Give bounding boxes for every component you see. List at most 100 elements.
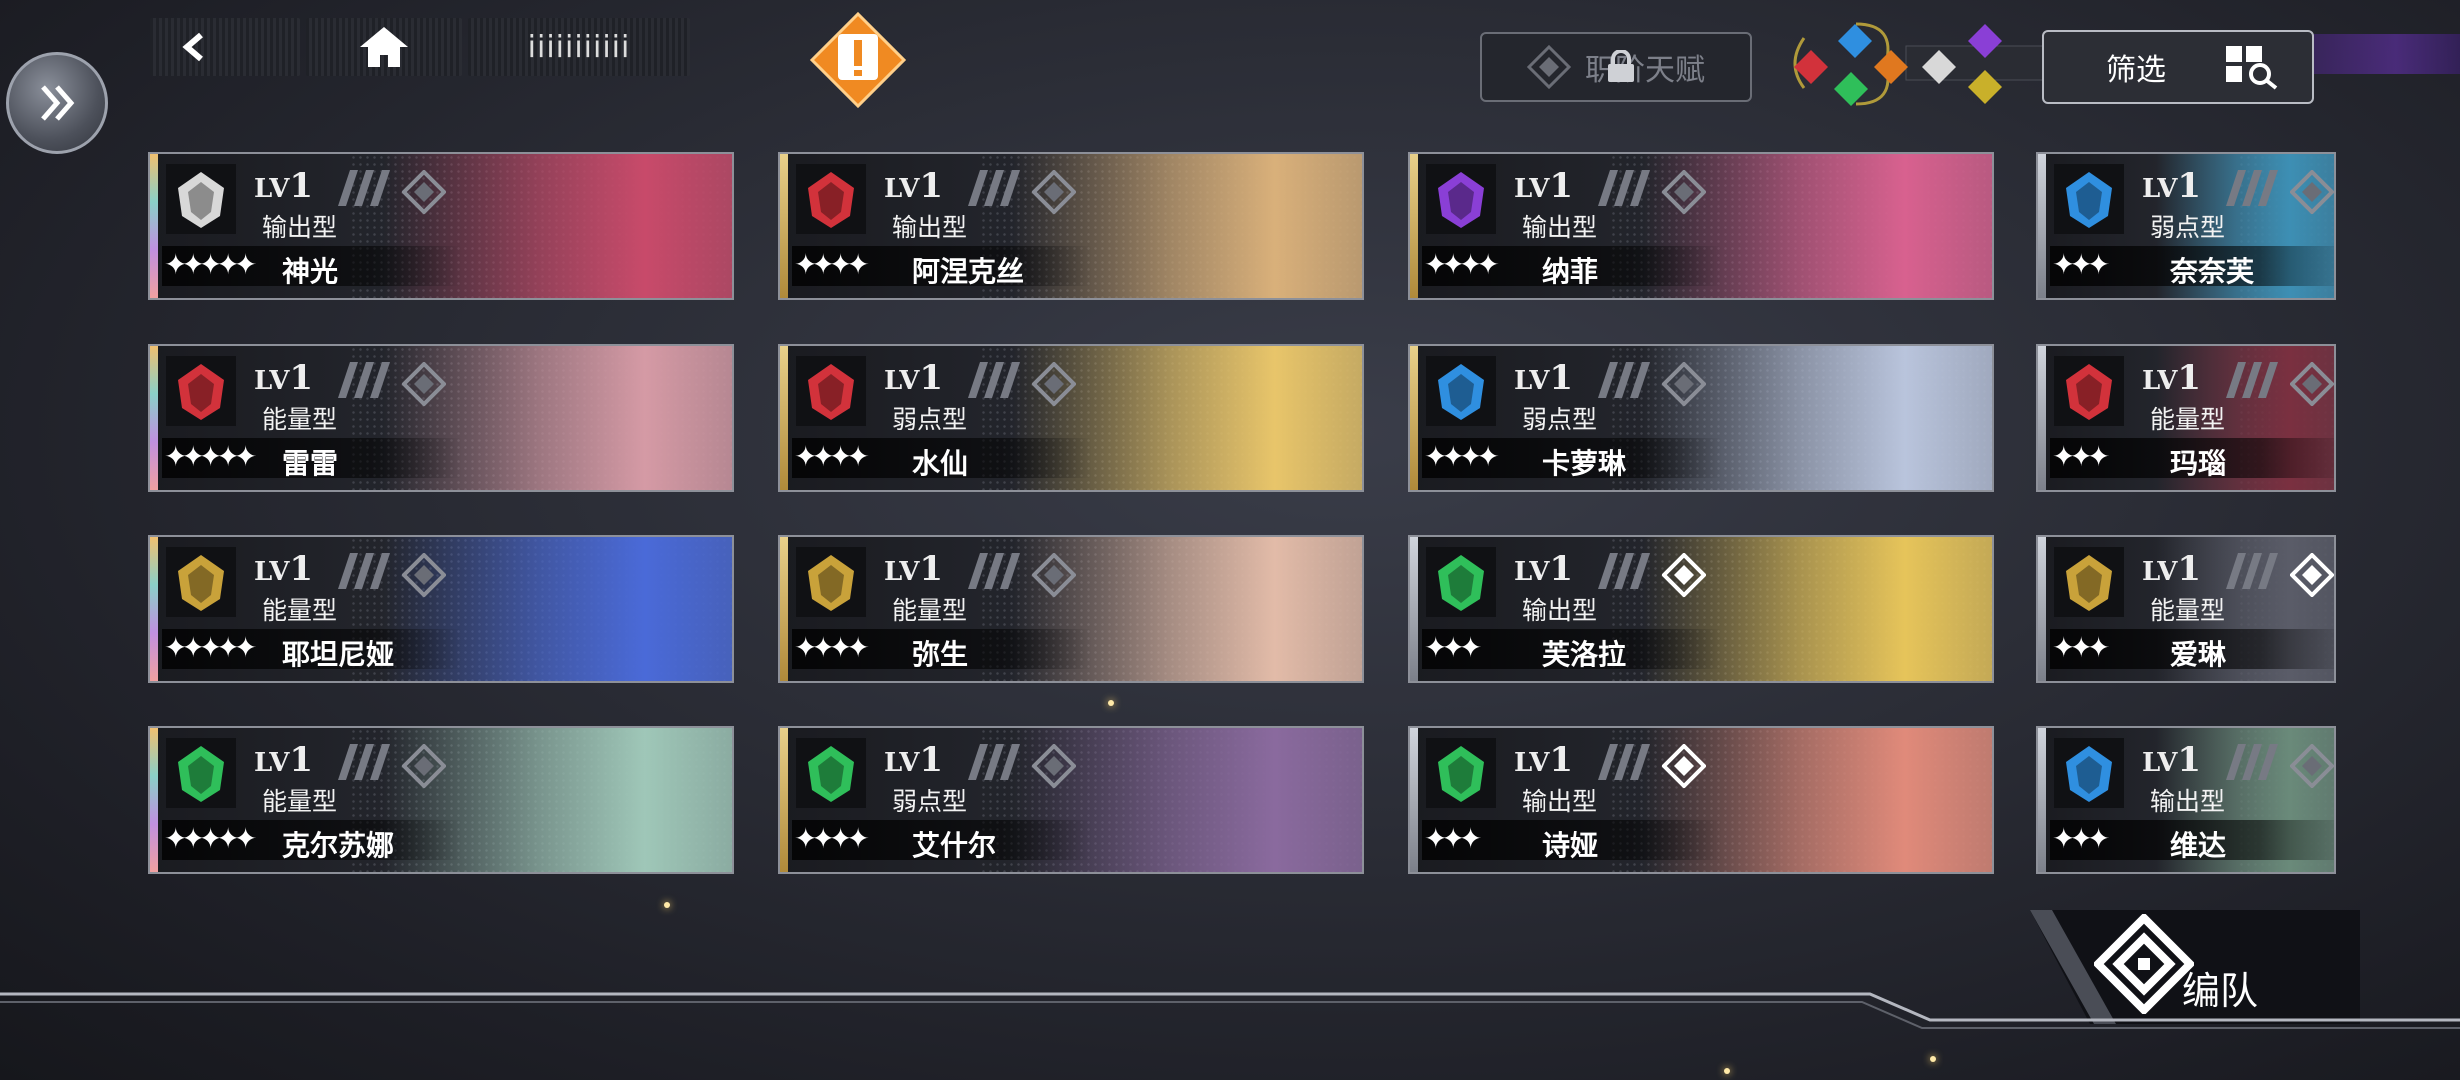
character-name: 神光 xyxy=(282,255,339,288)
star-rating: ✦✦✦✦✦ xyxy=(164,822,257,855)
level-label: LV1 xyxy=(1514,358,1574,398)
rarity-edge xyxy=(780,537,788,681)
element-gold-icon[interactable] xyxy=(1966,68,2004,110)
star-rating: ✦✦✦✦✦ xyxy=(164,440,257,473)
character-type: 能量型 xyxy=(262,596,338,625)
element-blue-icon[interactable] xyxy=(1836,22,1874,64)
level-label: LV1 xyxy=(884,549,944,589)
element-white-icon[interactable] xyxy=(1920,48,1958,90)
character-card[interactable]: LV1 弱点型 ✦✦✦✦ 卡萝琳 xyxy=(1408,344,1994,492)
level-label: LV1 xyxy=(884,358,944,398)
star-rating: ✦✦✦✦ xyxy=(794,248,870,281)
star-rating: ✦✦✦✦ xyxy=(794,631,870,664)
level-label: LV1 xyxy=(2142,740,2202,780)
level-label: LV1 xyxy=(2142,358,2202,398)
character-name: 玛瑙 xyxy=(2170,447,2227,480)
warning-icon[interactable] xyxy=(808,10,908,110)
character-name: 弥生 xyxy=(912,638,969,671)
diamond-rank-icon xyxy=(1662,170,1706,214)
character-card[interactable]: LV1 输出型 ✦✦✦ 诗娅 xyxy=(1408,726,1994,874)
character-card[interactable]: LV1 能量型 ✦✦✦✦✦ 耶坦尼娅 xyxy=(148,535,734,683)
element-red-icon[interactable] xyxy=(1792,48,1830,90)
home-button[interactable] xyxy=(306,18,462,76)
rarity-edge xyxy=(1410,346,1418,490)
star-rating: ✦✦✦ xyxy=(1424,822,1482,855)
character-type: 能量型 xyxy=(892,596,968,625)
character-name: 雷雷 xyxy=(282,447,339,480)
rarity-edge xyxy=(2038,346,2046,490)
diamond-rank-icon xyxy=(2290,744,2334,788)
diamond-rank-icon xyxy=(1662,553,1706,597)
home-icon xyxy=(360,27,408,67)
diamond-rank-icon xyxy=(1032,362,1076,406)
star-rating: ✦✦✦✦✦ xyxy=(164,248,257,281)
rarity-edge xyxy=(150,346,158,490)
star-rating: ✦✦✦ xyxy=(2052,248,2110,281)
character-type: 输出型 xyxy=(1522,596,1598,625)
sparkle-decor xyxy=(1724,1068,1730,1074)
rarity-edge xyxy=(2038,728,2046,872)
class-talent-button[interactable]: 职阶天赋 xyxy=(1480,32,1752,102)
star-rating: ✦✦✦ xyxy=(2052,631,2110,664)
sparkle-decor xyxy=(1108,700,1114,706)
character-card[interactable]: LV1 能量型 ✦✦✦ 爱琳 xyxy=(2036,535,2336,683)
filter-label: 筛选 xyxy=(2106,53,2166,88)
arrow-left-icon xyxy=(182,32,203,62)
rarity-edge xyxy=(1410,728,1418,872)
element-green-icon[interactable] xyxy=(1832,70,1870,112)
character-name: 芙洛拉 xyxy=(1542,638,1627,671)
slash-decor-icon xyxy=(338,553,390,589)
currency-counter[interactable]: iiiiiiiiiii xyxy=(468,18,690,76)
character-card[interactable]: LV1 输出型 ✦✦✦ 芙洛拉 xyxy=(1408,535,1994,683)
rarity-edge xyxy=(780,154,788,298)
diamond-rank-icon xyxy=(1032,744,1076,788)
level-label: LV1 xyxy=(2142,166,2202,206)
back-button[interactable] xyxy=(150,18,300,76)
character-type: 能量型 xyxy=(262,787,338,816)
element-blue-icon xyxy=(1426,356,1496,426)
slash-decor-icon xyxy=(1598,553,1650,589)
character-type: 能量型 xyxy=(262,405,338,434)
character-card[interactable]: LV1 能量型 ✦✦✦✦✦ 克尔苏娜 xyxy=(148,726,734,874)
character-name: 耶坦尼娅 xyxy=(282,638,395,671)
level-label: LV1 xyxy=(1514,740,1574,780)
slash-decor-icon xyxy=(2226,362,2278,398)
character-card[interactable]: LV1 能量型 ✦✦✦✦✦ 雷雷 xyxy=(148,344,734,492)
slash-decor-icon xyxy=(338,362,390,398)
character-name: 水仙 xyxy=(912,447,969,480)
character-card[interactable]: LV1 输出型 ✦✦✦✦✦ 神光 xyxy=(148,152,734,300)
rarity-edge xyxy=(150,728,158,872)
character-name: 诗娅 xyxy=(1542,829,1599,862)
character-card[interactable]: LV1 弱点型 ✦✦✦ 奈奈芙 xyxy=(2036,152,2336,300)
diamond-rank-icon xyxy=(2290,362,2334,406)
character-card[interactable]: LV1 弱点型 ✦✦✦✦ 水仙 xyxy=(778,344,1364,492)
sparkle-decor xyxy=(664,902,670,908)
lock-icon xyxy=(1608,50,1634,82)
character-name: 卡萝琳 xyxy=(1542,447,1627,480)
double-chevron-right-icon xyxy=(41,85,75,121)
filter-button[interactable]: 筛选 xyxy=(2042,30,2314,104)
element-purple-icon[interactable] xyxy=(1966,22,2004,64)
rarity-edge xyxy=(780,728,788,872)
slash-decor-icon xyxy=(1598,362,1650,398)
character-name: 维达 xyxy=(2170,829,2227,862)
character-card[interactable]: LV1 输出型 ✦✦✦ 维达 xyxy=(2036,726,2336,874)
expand-sidebar-button[interactable] xyxy=(6,52,108,154)
rarity-edge xyxy=(780,346,788,490)
character-name: 艾什尔 xyxy=(912,829,997,862)
element-filter-panel[interactable] xyxy=(1776,18,2107,112)
character-card[interactable]: LV1 弱点型 ✦✦✦✦ 艾什尔 xyxy=(778,726,1364,874)
level-label: LV1 xyxy=(1514,549,1574,589)
character-card[interactable]: LV1 输出型 ✦✦✦✦ 阿涅克丝 xyxy=(778,152,1364,300)
character-card[interactable]: LV1 能量型 ✦✦✦ 玛瑙 xyxy=(2036,344,2336,492)
star-rating: ✦✦✦ xyxy=(1424,631,1482,664)
diamond-rank-icon xyxy=(1032,170,1076,214)
star-rating: ✦✦✦✦✦ xyxy=(164,631,257,664)
element-orange-icon[interactable] xyxy=(1872,48,1910,90)
character-card[interactable]: LV1 输出型 ✦✦✦✦ 纳菲 xyxy=(1408,152,1994,300)
character-card[interactable]: LV1 能量型 ✦✦✦✦ 弥生 xyxy=(778,535,1364,683)
slash-decor-icon xyxy=(968,170,1020,206)
character-type: 输出型 xyxy=(1522,787,1598,816)
slash-decor-icon xyxy=(2226,170,2278,206)
character-type: 弱点型 xyxy=(892,787,968,816)
